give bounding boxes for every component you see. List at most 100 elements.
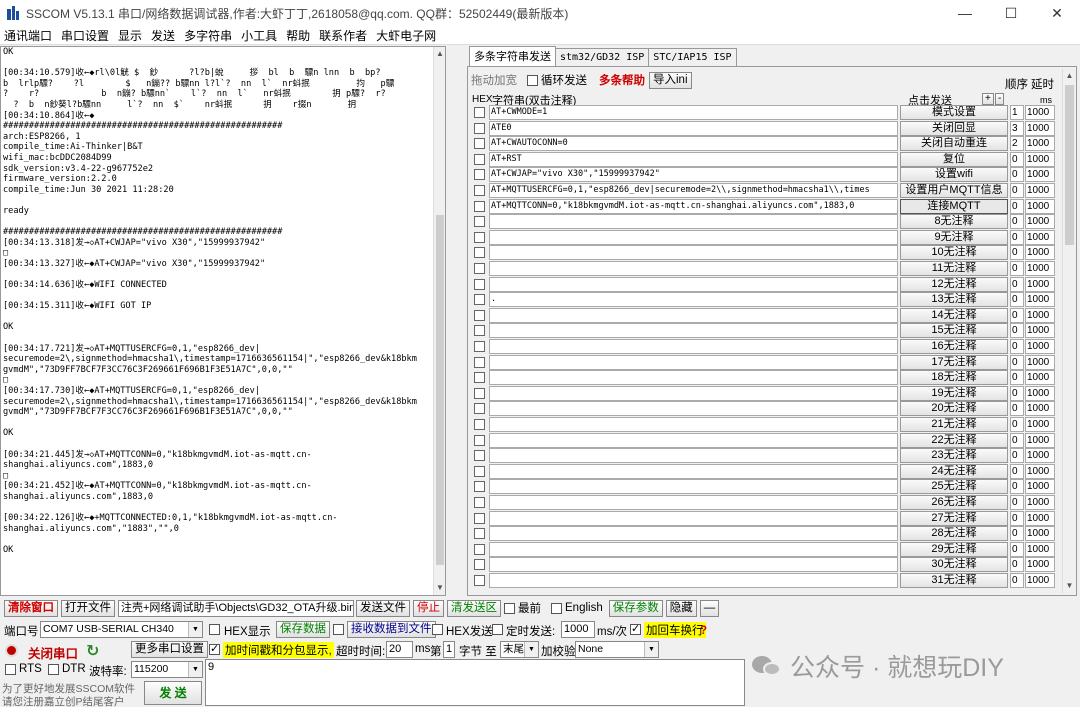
order-input[interactable]: 0 <box>1010 557 1024 573</box>
hex-row-checkbox[interactable] <box>474 356 485 368</box>
command-input[interactable] <box>489 307 898 323</box>
multi-scrollbar[interactable]: ▲ ▼ <box>1062 69 1076 593</box>
english-checkbox[interactable] <box>551 602 562 614</box>
order-input[interactable]: 0 <box>1010 183 1024 198</box>
add-row-button[interactable]: + <box>982 93 994 105</box>
scroll-thumb[interactable] <box>1065 85 1074 245</box>
order-input[interactable]: 0 <box>1010 448 1024 464</box>
recv-to-file-checkbox[interactable] <box>333 624 344 635</box>
click-send-button[interactable]: 模式设置 <box>900 105 1008 120</box>
hex-row-checkbox[interactable] <box>474 263 485 274</box>
click-send-button[interactable]: 28无注释 <box>900 526 1008 542</box>
click-send-button[interactable]: 15无注释 <box>900 323 1008 339</box>
menu-item-website[interactable]: 大虾电子网 <box>376 27 436 44</box>
order-input[interactable]: 0 <box>1010 417 1024 432</box>
delay-input[interactable]: 1000 <box>1025 557 1055 573</box>
hex-row-checkbox[interactable] <box>474 138 485 150</box>
multi-help-button[interactable]: 多条帮助 <box>599 72 645 88</box>
delay-input[interactable]: 1000 <box>1025 573 1055 588</box>
delay-input[interactable]: 1000 <box>1025 526 1055 542</box>
click-send-button[interactable]: 16无注释 <box>900 339 1008 354</box>
file-path-input[interactable]: 注壳+网络调试助手\Objects\GD32_OTA升级.bin <box>118 599 354 617</box>
delay-input[interactable]: 1000 <box>1025 510 1055 526</box>
delay-input[interactable]: 1000 <box>1025 448 1055 464</box>
hex-row-checkbox[interactable] <box>474 372 485 384</box>
click-send-button[interactable]: 关闭回显 <box>900 120 1008 136</box>
clear-send-button[interactable]: 清发送区 <box>447 599 501 617</box>
command-input[interactable]: ATE0 <box>489 120 898 136</box>
order-input[interactable]: 0 <box>1010 354 1024 370</box>
delay-input[interactable]: 1000 <box>1025 307 1055 323</box>
click-send-button[interactable]: 22无注释 <box>900 432 1008 448</box>
delay-input[interactable]: 1000 <box>1025 339 1055 354</box>
scroll-up-icon[interactable]: ▲ <box>1063 69 1076 83</box>
menu-item-tools[interactable]: 小工具 <box>241 27 277 44</box>
delay-input[interactable]: 1000 <box>1025 261 1055 276</box>
maximize-button[interactable]: ☐ <box>988 0 1034 26</box>
command-input[interactable] <box>489 370 898 386</box>
delay-input[interactable]: 1000 <box>1025 292 1055 308</box>
click-send-button[interactable]: 25无注释 <box>900 479 1008 495</box>
command-input[interactable]: AT+RST <box>489 151 898 167</box>
order-input[interactable]: 0 <box>1010 323 1024 339</box>
open-file-button[interactable]: 打开文件 <box>61 599 115 617</box>
click-send-button[interactable]: 14无注释 <box>900 307 1008 323</box>
click-send-button[interactable]: 10无注释 <box>900 245 1008 261</box>
click-send-button[interactable]: 23无注释 <box>900 448 1008 464</box>
hex-row-checkbox[interactable] <box>474 216 485 228</box>
order-input[interactable]: 0 <box>1010 541 1024 557</box>
command-input[interactable] <box>489 323 898 339</box>
delay-input[interactable]: 1000 <box>1025 198 1055 214</box>
hex-row-checkbox[interactable] <box>474 169 485 181</box>
baud-select[interactable]: 115200 ▼ <box>131 661 203 678</box>
rts-checkbox[interactable] <box>5 664 16 675</box>
command-input[interactable] <box>489 417 898 432</box>
order-input[interactable]: 0 <box>1010 229 1024 245</box>
order-input[interactable]: 0 <box>1010 370 1024 386</box>
dtr-checkbox[interactable] <box>48 664 59 675</box>
minimize-button[interactable]: — <box>942 0 988 26</box>
hex-row-checkbox[interactable] <box>474 465 485 477</box>
order-input[interactable]: 2 <box>1010 136 1024 152</box>
timeout-input[interactable]: 20 <box>386 641 413 658</box>
loop-send-checkbox[interactable] <box>527 74 538 86</box>
command-input[interactable] <box>489 245 898 261</box>
click-send-button[interactable]: 31无注释 <box>900 573 1008 588</box>
hide-button[interactable]: 隐藏 <box>665 599 697 617</box>
tab-stc-isp[interactable]: STC/IAP15 ISP <box>648 48 737 66</box>
hex-row-checkbox[interactable] <box>474 247 485 259</box>
receive-area[interactable]: OK [00:34:10.579]收←◆rl\0l觥 $ 鈔 ?l?b|蛻 拶 … <box>0 46 446 596</box>
hex-row-checkbox[interactable] <box>474 543 485 555</box>
hex-row-checkbox[interactable] <box>474 294 485 306</box>
delay-input[interactable]: 1000 <box>1025 385 1055 401</box>
order-input[interactable]: 0 <box>1010 292 1024 308</box>
timed-send-checkbox[interactable] <box>492 624 503 635</box>
hex-display-checkbox[interactable] <box>209 624 220 635</box>
hex-row-checkbox[interactable] <box>474 434 485 446</box>
menu-item-send[interactable]: 发送 <box>151 27 175 44</box>
command-input[interactable] <box>489 261 898 276</box>
order-input[interactable]: 0 <box>1010 198 1024 214</box>
delay-input[interactable]: 1000 <box>1025 463 1055 479</box>
remove-row-button[interactable]: - <box>995 93 1005 105</box>
order-input[interactable]: 0 <box>1010 261 1024 276</box>
click-send-button[interactable]: 连接MQTT <box>900 198 1008 214</box>
end-select[interactable]: 末尾 ▼ <box>500 641 539 658</box>
command-input[interactable] <box>489 354 898 370</box>
command-input[interactable]: AT+CWJAP="vivo X30","15999937942" <box>489 167 898 183</box>
order-input[interactable]: 3 <box>1010 120 1024 136</box>
delay-input[interactable]: 1000 <box>1025 541 1055 557</box>
hex-row-checkbox[interactable] <box>474 153 485 165</box>
hex-row-checkbox[interactable] <box>474 387 485 399</box>
command-input[interactable]: AT+MQTTCONN=0,"k18bkmgvmdM.iot-as-mqtt.c… <box>489 198 898 214</box>
command-input[interactable]: AT+CWAUTOCONN=0 <box>489 136 898 152</box>
delay-input[interactable]: 1000 <box>1025 401 1055 417</box>
hex-row-checkbox[interactable] <box>474 341 485 352</box>
hex-row-checkbox[interactable] <box>474 512 485 524</box>
order-input[interactable]: 0 <box>1010 307 1024 323</box>
command-input[interactable]: . <box>489 292 898 308</box>
more-settings-button[interactable]: 更多串口设置 <box>131 641 208 658</box>
click-send-button[interactable]: 设置用户MQTT信息 <box>900 183 1008 198</box>
click-send-button[interactable]: 29无注释 <box>900 541 1008 557</box>
click-send-button[interactable]: 21无注释 <box>900 417 1008 432</box>
